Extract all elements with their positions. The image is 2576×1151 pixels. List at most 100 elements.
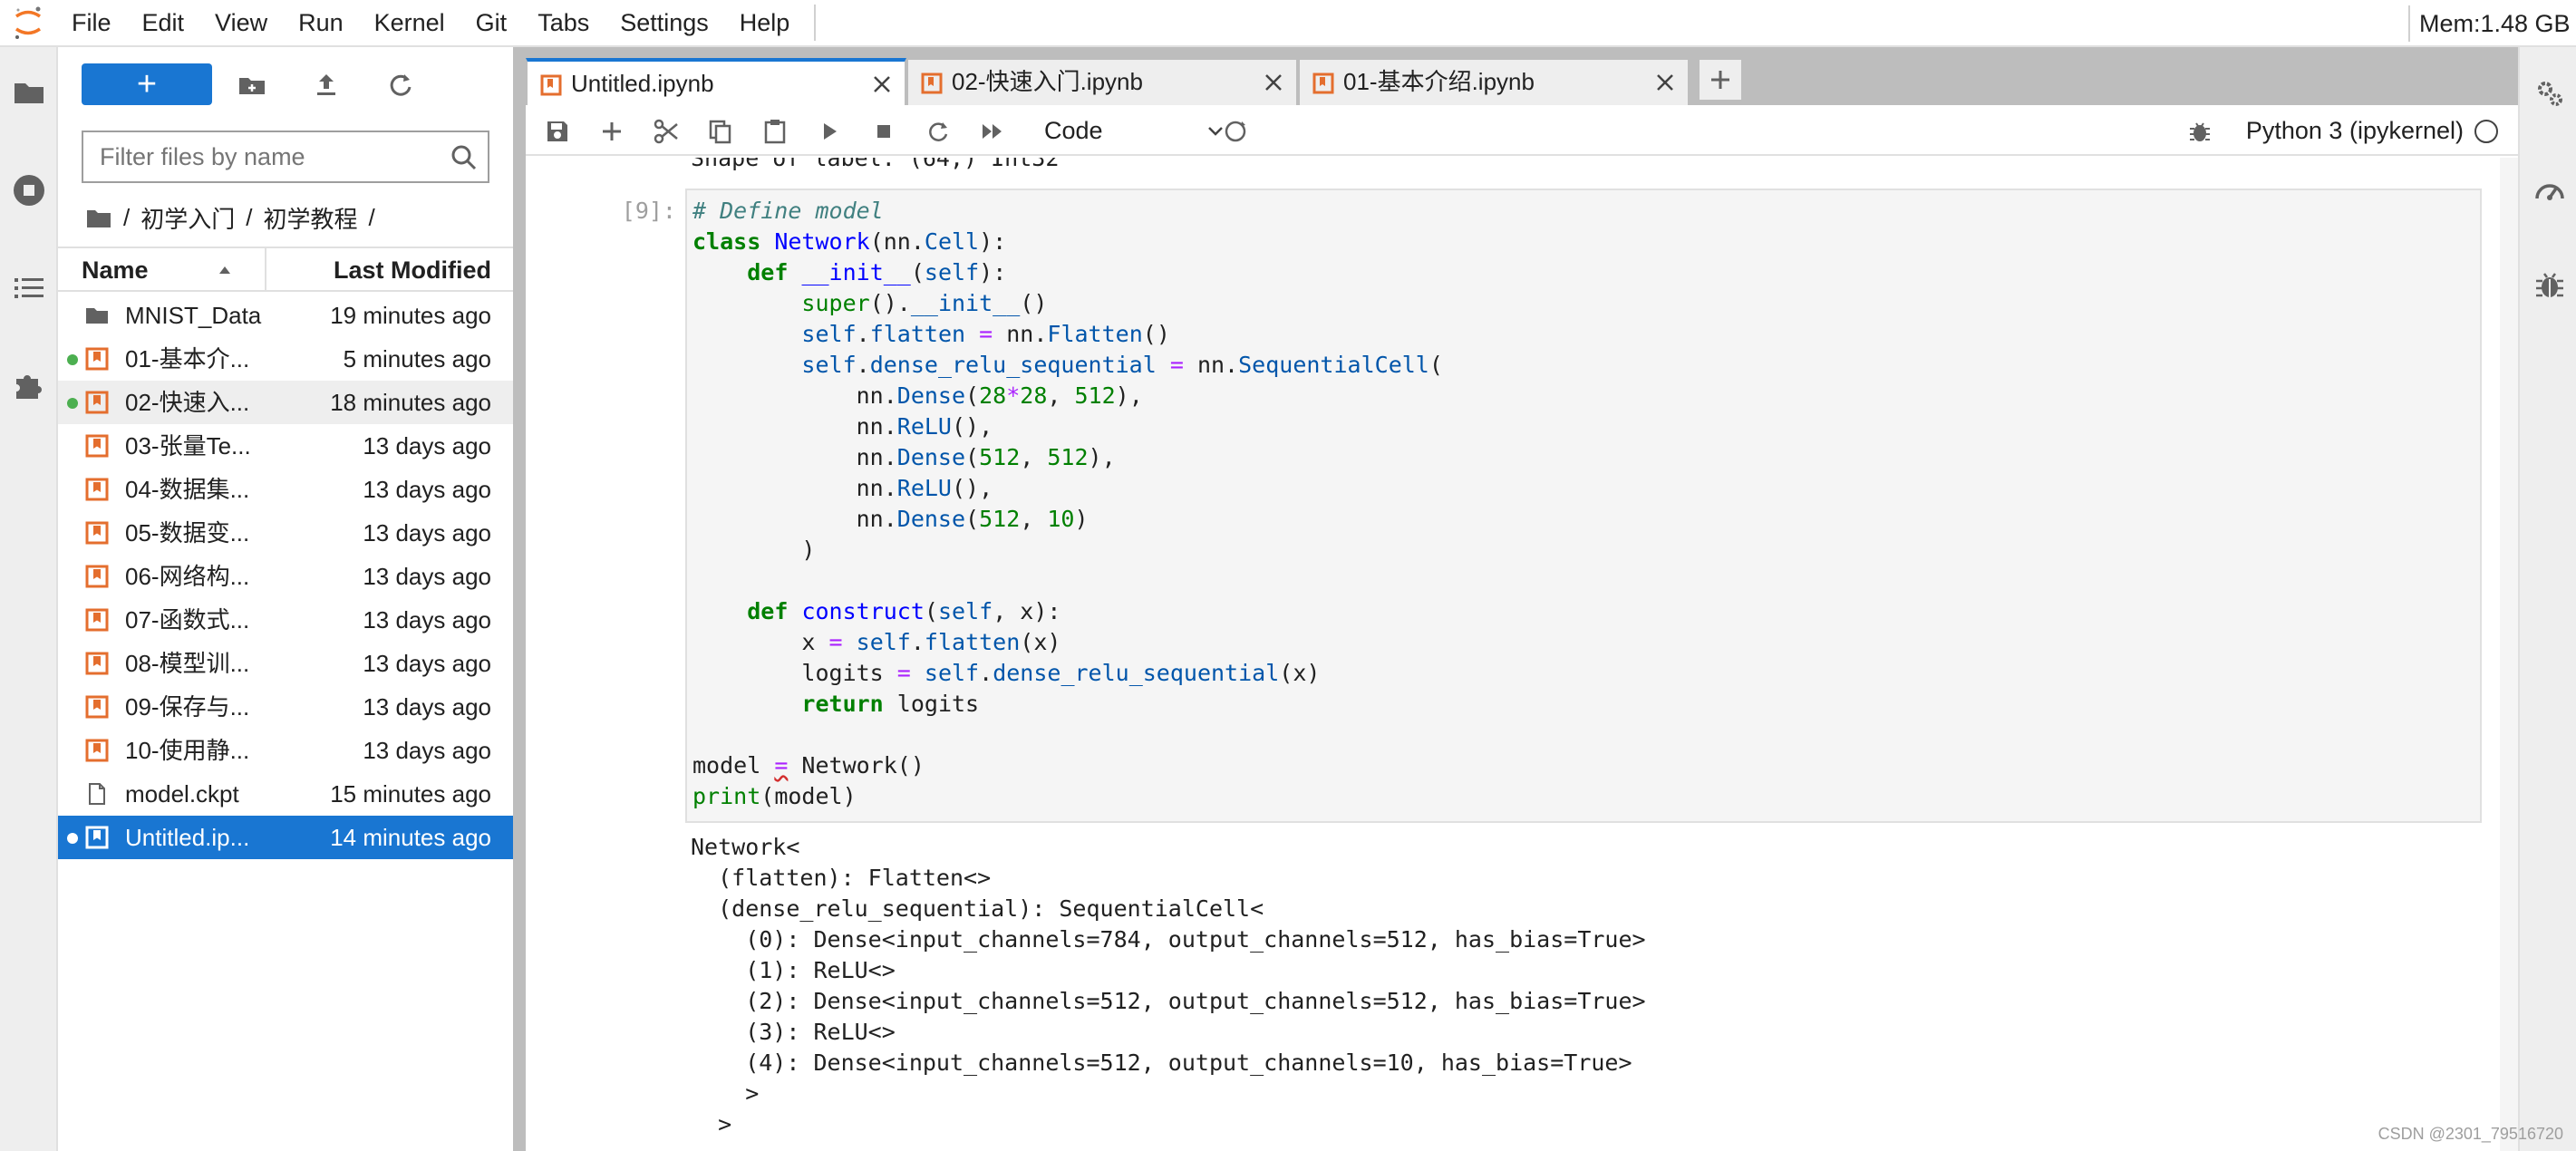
menu-tabs[interactable]: Tabs [522,0,605,46]
file-row[interactable]: 10-使用静... 13 days ago [58,729,513,772]
menu-edit[interactable]: Edit [127,0,200,46]
copy-icon[interactable] [707,118,734,145]
cell-type-value: Code [1044,117,1103,144]
cut-icon[interactable] [653,118,680,145]
tab-01-intro[interactable]: 01-基本介绍.ipynb [1298,58,1690,105]
code-cell-editor[interactable]: # Define model class Network(nn.Cell): d… [685,189,2482,823]
menu-settings[interactable]: Settings [605,0,724,46]
file-row[interactable]: 05-数据变... 13 days ago [58,511,513,555]
interrupt-kernel-icon[interactable] [870,118,897,145]
file-row[interactable]: Untitled.ip... 14 minutes ago [58,816,513,859]
column-header-last-modified[interactable]: Last Modified [334,248,491,292]
menu-git[interactable]: Git [460,0,523,46]
panel-splitter[interactable] [513,47,526,1151]
file-row[interactable]: 06-网络构... 13 days ago [58,555,513,598]
code-content[interactable]: # Define model class Network(nn.Cell): d… [692,196,1443,812]
jupyter-logo-icon[interactable] [0,0,56,46]
menu-bar: File Edit View Run Kernel Git Tabs Setti… [0,0,2576,47]
close-icon[interactable] [1264,73,1283,92]
file-row[interactable]: 07-函数式... 13 days ago [58,598,513,642]
menu-help[interactable]: Help [724,0,806,46]
debugger-bug-icon[interactable] [2532,268,2567,303]
paste-icon[interactable] [761,118,789,145]
column-header-name[interactable]: Name [82,248,149,292]
save-icon[interactable] [544,118,571,145]
notebook-panel: Shape of label: (64,) Int32 [9]: # Defin… [526,158,2500,1151]
table-of-contents-icon[interactable] [11,270,47,306]
tab-untitled[interactable]: Untitled.ipynb [526,58,906,107]
cell-type-dropdown[interactable]: Code [1044,111,1225,150]
resource-usage-gauge-icon[interactable] [2532,174,2567,208]
tab-02-quickstart[interactable]: 02-快速入门.ipynb [906,58,1298,105]
debugger-bug-icon[interactable] [2188,120,2212,143]
running-indicator-icon [67,398,78,409]
kernel-name[interactable]: Python 3 (ipykernel) [2246,105,2464,156]
close-icon[interactable] [1655,73,1675,92]
file-row[interactable]: MNIST_Data 19 minutes ago [58,294,513,337]
file-name: 05-数据变... [125,519,250,546]
new-launcher-button[interactable]: + [82,63,212,105]
file-last-modified: 14 minutes ago [330,824,491,851]
file-name: 10-使用静... [125,737,250,764]
running-sessions-icon[interactable] [11,172,47,208]
restart-kernel-icon[interactable] [925,118,952,145]
file-name: 01-基本介... [125,345,250,372]
filter-files-input[interactable] [83,132,437,181]
close-icon[interactable] [872,74,892,94]
cell-input-prompt: [9]: [621,198,676,224]
breadcrumb-item[interactable]: 初学教程 [263,201,357,235]
breadcrumb-separator: / [123,204,131,231]
file-name: 04-数据集... [125,476,250,503]
file-name: 09-保存与... [125,693,250,721]
git-diff-icon[interactable] [1222,118,1249,145]
notebook-scrollbar[interactable] [2500,158,2518,1151]
restart-run-all-icon[interactable] [979,118,1006,145]
running-indicator-icon [67,833,78,844]
file-row[interactable]: 03-张量Te... 13 days ago [58,424,513,468]
file-row[interactable]: 01-基本介... 5 minutes ago [58,337,513,381]
file-last-modified: 13 days ago [363,650,491,677]
breadcrumb-separator: / [246,204,253,231]
column-divider[interactable] [265,248,266,292]
file-row[interactable]: 04-数据集... 13 days ago [58,468,513,511]
file-row[interactable]: 08-模型训... 13 days ago [58,642,513,685]
breadcrumb-separator: / [368,204,375,231]
breadcrumb: / 初学入门 / 初学教程 / [85,201,381,235]
run-cell-icon[interactable] [816,118,843,145]
menu-file[interactable]: File [56,0,127,46]
notebook-toolbar: Code Python 3 (ipykernel) [526,105,2518,156]
file-row[interactable]: 02-快速入... 18 minutes ago [58,381,513,424]
watermark: CSDN @2301_79516720 [2377,1125,2563,1143]
extension-puzzle-icon[interactable] [11,366,47,402]
menu-view[interactable]: View [199,0,283,46]
notebook-icon [85,608,109,632]
file-browser-panel: + / 初学入门 / 初学教程 / Name Last Modified MNI… [58,47,513,1151]
file-last-modified: 13 days ago [363,563,491,590]
folder-icon[interactable] [11,74,47,111]
notebook-icon [85,652,109,675]
upload-icon[interactable] [308,67,344,103]
file-list-header: Name Last Modified [58,247,513,292]
breadcrumb-item[interactable]: 初学入门 [140,201,235,235]
file-name: 06-网络构... [125,563,250,590]
notebook-icon [85,521,109,545]
tab-label: Untitled.ipynb [571,70,714,97]
new-tab-button[interactable] [1698,58,1743,102]
notebook-icon [85,739,109,762]
file-last-modified: 19 minutes ago [330,302,491,329]
refresh-icon[interactable] [383,67,419,103]
file-name: Untitled.ip... [125,824,250,851]
insert-cell-icon[interactable] [598,118,625,145]
home-folder-icon[interactable] [85,207,112,230]
notebook-icon [85,391,109,414]
new-folder-icon[interactable] [234,67,270,103]
right-activity-bar [2518,47,2576,1151]
property-inspector-gears-icon[interactable] [2532,76,2567,111]
file-row[interactable]: model.ckpt 15 minutes ago [58,772,513,816]
menu-run[interactable]: Run [283,0,359,46]
file-last-modified: 15 minutes ago [330,780,491,808]
file-row[interactable]: 09-保存与... 13 days ago [58,685,513,729]
menu-kernel[interactable]: Kernel [359,0,460,46]
previous-cell-output: Shape of label: (64,) Int32 [691,158,1060,171]
memory-usage: Mem:1.48 GB [2419,10,2571,37]
